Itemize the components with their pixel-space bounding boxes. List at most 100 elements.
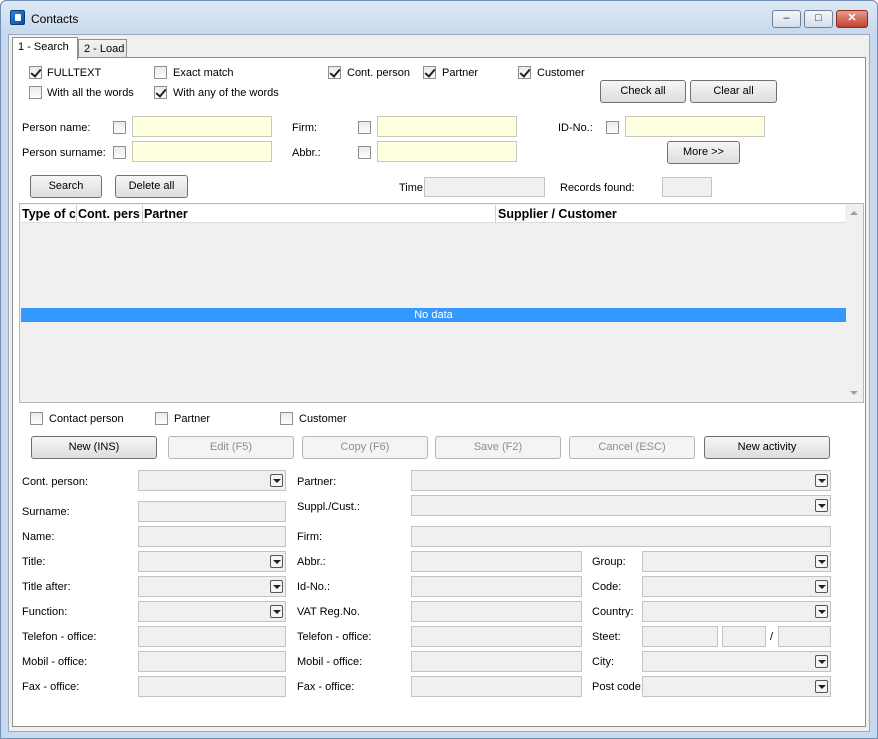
check-all-button[interactable]: Check all: [600, 80, 686, 103]
column-separator[interactable]: [142, 205, 143, 223]
id-no-input[interactable]: [625, 116, 765, 137]
chevron-down-icon[interactable]: [815, 499, 828, 512]
tab-search[interactable]: 1 - Search: [12, 37, 78, 60]
mobil-office2-field[interactable]: [411, 651, 582, 672]
customer-checkbox[interactable]: [518, 66, 531, 79]
time-field: [424, 177, 545, 197]
mobil-office2-label: Mobil - office:: [297, 656, 363, 668]
column-separator[interactable]: [76, 205, 77, 223]
title-combo[interactable]: [138, 551, 286, 572]
street-orientation-field[interactable]: [778, 626, 831, 647]
form-id-no-field[interactable]: [411, 576, 582, 597]
cancel-button[interactable]: Cancel (ESC): [569, 436, 695, 459]
column-separator[interactable]: [495, 205, 496, 223]
with-any-words-checkbox[interactable]: [154, 86, 167, 99]
steet-label: Steet:: [592, 631, 621, 643]
chevron-down-icon[interactable]: [270, 605, 283, 618]
surname-label: Surname:: [22, 506, 70, 518]
copy-button[interactable]: Copy (F6): [302, 436, 428, 459]
partner-filter-checkbox[interactable]: [155, 412, 168, 425]
id-no-checkbox[interactable]: [606, 121, 619, 134]
column-header-partner[interactable]: Partner: [144, 207, 494, 221]
mobil-office-label: Mobil - office:: [22, 656, 88, 668]
chevron-down-icon[interactable]: [815, 605, 828, 618]
customer-filter-checkbox[interactable]: [280, 412, 293, 425]
results-grid[interactable]: Type of c Cont. pers Partner Supplier / …: [19, 203, 864, 403]
form-abbr-field[interactable]: [411, 551, 582, 572]
tab-load[interactable]: 2 - Load: [78, 39, 127, 59]
street-name-field[interactable]: [642, 626, 718, 647]
exact-match-checkbox[interactable]: [154, 66, 167, 79]
more-button[interactable]: More >>: [667, 141, 740, 164]
partner-combo[interactable]: [411, 470, 831, 491]
person-surname-checkbox[interactable]: [113, 146, 126, 159]
minimize-button[interactable]: –: [772, 10, 801, 28]
maximize-button[interactable]: □: [804, 10, 833, 28]
mobil-office-field[interactable]: [138, 651, 286, 672]
group-combo[interactable]: [642, 551, 831, 572]
chevron-down-icon[interactable]: [815, 474, 828, 487]
minimize-icon: –: [783, 12, 790, 24]
abbr-input[interactable]: [377, 141, 517, 162]
with-all-words-checkbox[interactable]: [29, 86, 42, 99]
person-name-input[interactable]: [132, 116, 272, 137]
tab-search-label: 1 - Search: [18, 41, 69, 53]
function-combo[interactable]: [138, 601, 286, 622]
new-activity-button[interactable]: New activity: [704, 436, 830, 459]
new-button[interactable]: New (INS): [31, 436, 157, 459]
grid-vertical-scrollbar[interactable]: [846, 205, 862, 401]
partner-label: Partner: [442, 67, 479, 79]
firm-input[interactable]: [377, 116, 517, 137]
column-header-type[interactable]: Type of c: [22, 207, 75, 221]
chevron-down-icon[interactable]: [815, 580, 828, 593]
chevron-down-icon[interactable]: [270, 474, 283, 487]
fax-office2-field[interactable]: [411, 676, 582, 697]
title-bar[interactable]: Contacts – □ ✕: [1, 1, 877, 35]
delete-all-button[interactable]: Delete all: [115, 175, 188, 198]
save-button[interactable]: Save (F2): [435, 436, 561, 459]
scroll-up-icon[interactable]: [850, 211, 858, 215]
chevron-down-icon[interactable]: [815, 655, 828, 668]
telefon-office-field[interactable]: [138, 626, 286, 647]
person-name-checkbox[interactable]: [113, 121, 126, 134]
firm-checkbox[interactable]: [358, 121, 371, 134]
edit-button[interactable]: Edit (F5): [168, 436, 294, 459]
cont-person-checkbox[interactable]: [328, 66, 341, 79]
vat-field[interactable]: [411, 601, 582, 622]
app-icon: [10, 10, 25, 25]
person-name-label: Person name:: [22, 122, 91, 134]
form-firm-field[interactable]: [411, 526, 831, 547]
fulltext-checkbox[interactable]: [29, 66, 42, 79]
close-button[interactable]: ✕: [836, 10, 868, 28]
clear-all-button[interactable]: Clear all: [690, 80, 777, 103]
search-button[interactable]: Search: [30, 175, 102, 198]
tab-load-label: 2 - Load: [84, 43, 125, 55]
column-header-cont-person[interactable]: Cont. pers: [78, 207, 142, 221]
scroll-down-icon[interactable]: [850, 391, 858, 395]
partner-checkbox[interactable]: [423, 66, 436, 79]
column-header-supplier-customer[interactable]: Supplier / Customer: [498, 207, 798, 221]
chevron-down-icon[interactable]: [270, 580, 283, 593]
surname-field[interactable]: [138, 501, 286, 522]
cont-person-combo[interactable]: [138, 470, 286, 491]
chevron-down-icon[interactable]: [815, 555, 828, 568]
contact-person-filter-checkbox[interactable]: [30, 412, 43, 425]
name-label: Name:: [22, 531, 55, 543]
cont-person-label: Cont. person: [347, 67, 410, 79]
code-combo[interactable]: [642, 576, 831, 597]
records-found-label: Records found:: [560, 182, 635, 194]
title-after-combo[interactable]: [138, 576, 286, 597]
chevron-down-icon[interactable]: [270, 555, 283, 568]
city-combo[interactable]: [642, 651, 831, 672]
country-combo[interactable]: [642, 601, 831, 622]
abbr-checkbox[interactable]: [358, 146, 371, 159]
code-label: Code:: [592, 581, 622, 593]
chevron-down-icon[interactable]: [815, 680, 828, 693]
street-number-field[interactable]: [722, 626, 766, 647]
person-surname-input[interactable]: [132, 141, 272, 162]
post-code-combo[interactable]: [642, 676, 831, 697]
telefon-office2-field[interactable]: [411, 626, 582, 647]
suppl-cust-combo[interactable]: [411, 495, 831, 516]
fax-office-field[interactable]: [138, 676, 286, 697]
name-field[interactable]: [138, 526, 286, 547]
